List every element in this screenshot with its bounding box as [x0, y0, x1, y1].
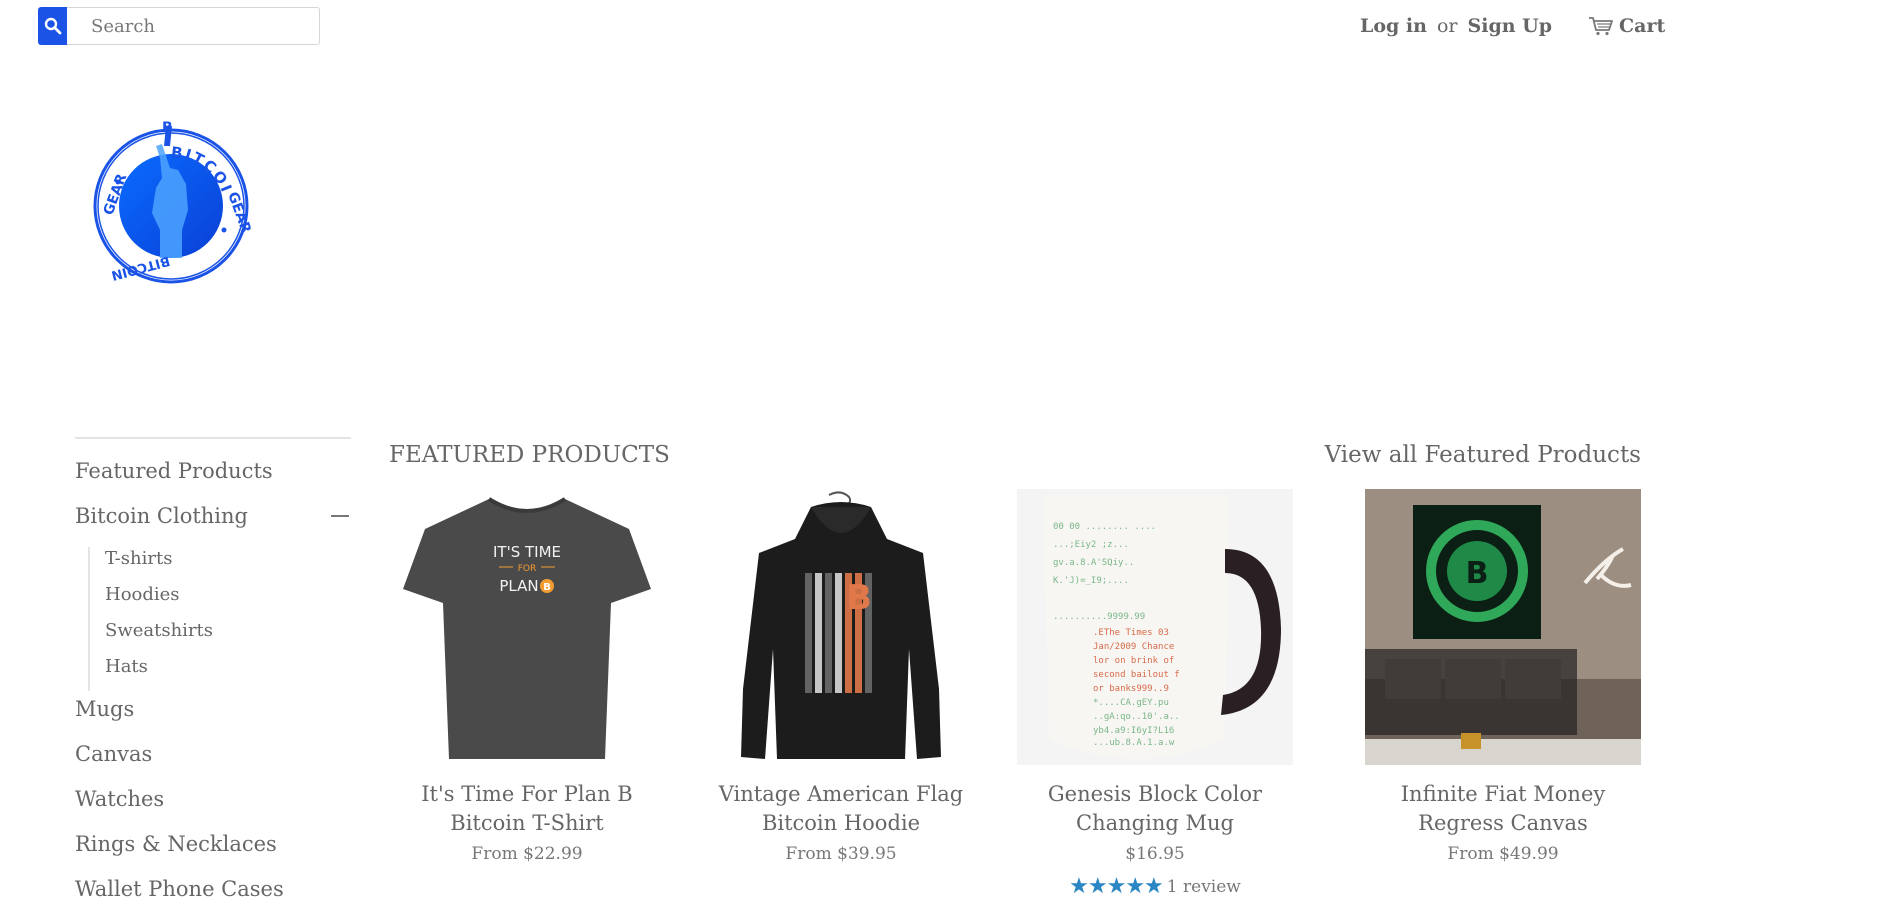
product-card[interactable]: B Infinite Fiat Money Regress Canvas Fro… [1365, 489, 1641, 864]
product-name-line2: Bitcoin Hoodie [761, 811, 921, 835]
sidebar-subitem-hats[interactable]: Hats [105, 655, 351, 691]
product-price: From $39.95 [785, 844, 897, 864]
sidebar-subitem-tshirts[interactable]: T-shirts [105, 547, 351, 583]
product-price: $16.95 [1125, 844, 1185, 864]
featured-section: FEATURED PRODUCTS View all Featured Prod… [389, 437, 1641, 899]
sidebar-nav: Featured Products Bitcoin Clothing T-shi… [75, 437, 351, 920]
star-rating-icon: ★★★★★ [1069, 874, 1164, 899]
svg-text:00 00 ........ ....: 00 00 ........ .... [1053, 522, 1156, 532]
review-count: 1 review [1166, 876, 1241, 897]
product-image-tshirt: IT'S TIME FOR PLAN B [389, 489, 665, 765]
store-logo[interactable]: B BITCOIN GEAR GEAR BITCOIN [83, 104, 254, 286]
svg-text:*....CA.gEY.pu: *....CA.gEY.pu [1093, 698, 1169, 708]
product-image-hoodie: B [703, 489, 979, 765]
svg-text:B: B [162, 120, 173, 136]
product-name: It's Time For Plan B Bitcoin T-Shirt [389, 780, 665, 838]
collapse-minus-icon[interactable] [331, 502, 349, 530]
product-rating: ★★★★★ 1 review [1017, 874, 1293, 899]
search-input[interactable] [67, 7, 320, 45]
svg-text:B: B [543, 582, 551, 593]
sidebar-item-rings-necklaces[interactable]: Rings & Necklaces [75, 830, 351, 875]
svg-text:lor on brink of: lor on brink of [1093, 656, 1174, 666]
section-title: FEATURED PRODUCTS [389, 442, 670, 468]
cart-link[interactable]: Cart [1588, 15, 1665, 37]
svg-text:yb4.a9:I6yI?L16: yb4.a9:I6yI?L16 [1093, 726, 1174, 736]
product-card[interactable]: B Vintage American Flag Bitcoin Hoodie F… [703, 489, 979, 864]
sidebar-item-wallet-phone-cases[interactable]: Wallet Phone Cases [75, 875, 351, 920]
product-name-line2: Changing Mug [1076, 811, 1234, 835]
svg-text:...;Eiy2 ;z...: ...;Eiy2 ;z... [1053, 540, 1129, 550]
svg-text:second bailout f: second bailout f [1093, 670, 1180, 680]
product-price: From $49.99 [1447, 844, 1559, 864]
product-name-line1: It's Time For Plan B [421, 782, 633, 806]
signup-link[interactable]: Sign Up [1468, 15, 1553, 37]
search-button[interactable] [38, 7, 67, 45]
svg-text:..gA:qo..10'.a..: ..gA:qo..10'.a.. [1093, 712, 1180, 722]
section-header: FEATURED PRODUCTS View all Featured Prod… [389, 439, 1641, 471]
sidebar-item-mugs[interactable]: Mugs [75, 695, 351, 740]
svg-text:..........9999.99: ..........9999.99 [1053, 612, 1145, 622]
or-separator: or [1436, 15, 1458, 37]
svg-text:...ub.8.A.1.a.w: ...ub.8.A.1.a.w [1093, 738, 1175, 748]
svg-text:PLAN: PLAN [499, 577, 538, 595]
sidebar-item-featured-products[interactable]: Featured Products [75, 457, 351, 502]
product-name-line1: Genesis Block Color [1047, 782, 1263, 806]
sidebar-row-bitcoin-clothing: Bitcoin Clothing [75, 502, 351, 547]
search-form [38, 7, 320, 45]
sidebar-subitem-hoodies[interactable]: Hoodies [105, 583, 351, 619]
product-name: Genesis Block Color Changing Mug [1017, 780, 1293, 838]
product-card[interactable]: IT'S TIME FOR PLAN B It's Time For Plan … [389, 489, 665, 864]
svg-text:IT'S TIME: IT'S TIME [493, 543, 561, 561]
sidebar-item-canvas[interactable]: Canvas [75, 740, 351, 785]
sidebar-subnav-clothing: T-shirts Hoodies Sweatshirts Hats [88, 547, 351, 691]
svg-text:K.'J)=_I9;....: K.'J)=_I9;.... [1053, 576, 1129, 586]
product-price: From $22.99 [471, 844, 583, 864]
svg-text:Jan/2009 Chance: Jan/2009 Chance [1093, 642, 1174, 652]
sidebar-item-watches[interactable]: Watches [75, 785, 351, 830]
svg-text:FOR: FOR [518, 564, 537, 574]
product-image-canvas: B [1365, 489, 1641, 765]
product-name: Infinite Fiat Money Regress Canvas [1365, 780, 1641, 838]
bitcoin-gear-logo: B BITCOIN GEAR GEAR BITCOIN [83, 104, 254, 284]
svg-text:gv.a.8.A'SQiy..: gv.a.8.A'SQiy.. [1053, 558, 1134, 568]
sidebar-item-bitcoin-clothing[interactable]: Bitcoin Clothing [75, 502, 248, 530]
sidebar-divider [75, 437, 351, 439]
product-card[interactable]: 00 00 ........ .... ...;Eiy2 ;z... gv.a.… [1017, 489, 1293, 899]
sidebar-subitem-sweatshirts[interactable]: Sweatshirts [105, 619, 351, 655]
view-all-link[interactable]: View all Featured Products [1325, 442, 1641, 468]
account-links: Log in or Sign Up Cart [1360, 12, 1665, 40]
cart-icon [1589, 17, 1613, 36]
product-name: Vintage American Flag Bitcoin Hoodie [703, 780, 979, 838]
login-link[interactable]: Log in [1360, 15, 1427, 37]
cart-label: Cart [1619, 15, 1666, 37]
search-icon [44, 17, 61, 35]
product-image-mug: 00 00 ........ .... ...;Eiy2 ;z... gv.a.… [1017, 489, 1293, 765]
product-name-line2: Regress Canvas [1418, 811, 1588, 835]
product-name-line1: Infinite Fiat Money [1400, 782, 1606, 806]
svg-text:B: B [846, 578, 872, 618]
product-name-line1: Vintage American Flag [718, 782, 964, 806]
svg-text:B: B [1466, 556, 1489, 591]
svg-text:or banks999..9: or banks999..9 [1093, 684, 1169, 694]
product-name-line2: Bitcoin T-Shirt [450, 811, 604, 835]
svg-text:.EThe Times 03: .EThe Times 03 [1093, 628, 1169, 638]
